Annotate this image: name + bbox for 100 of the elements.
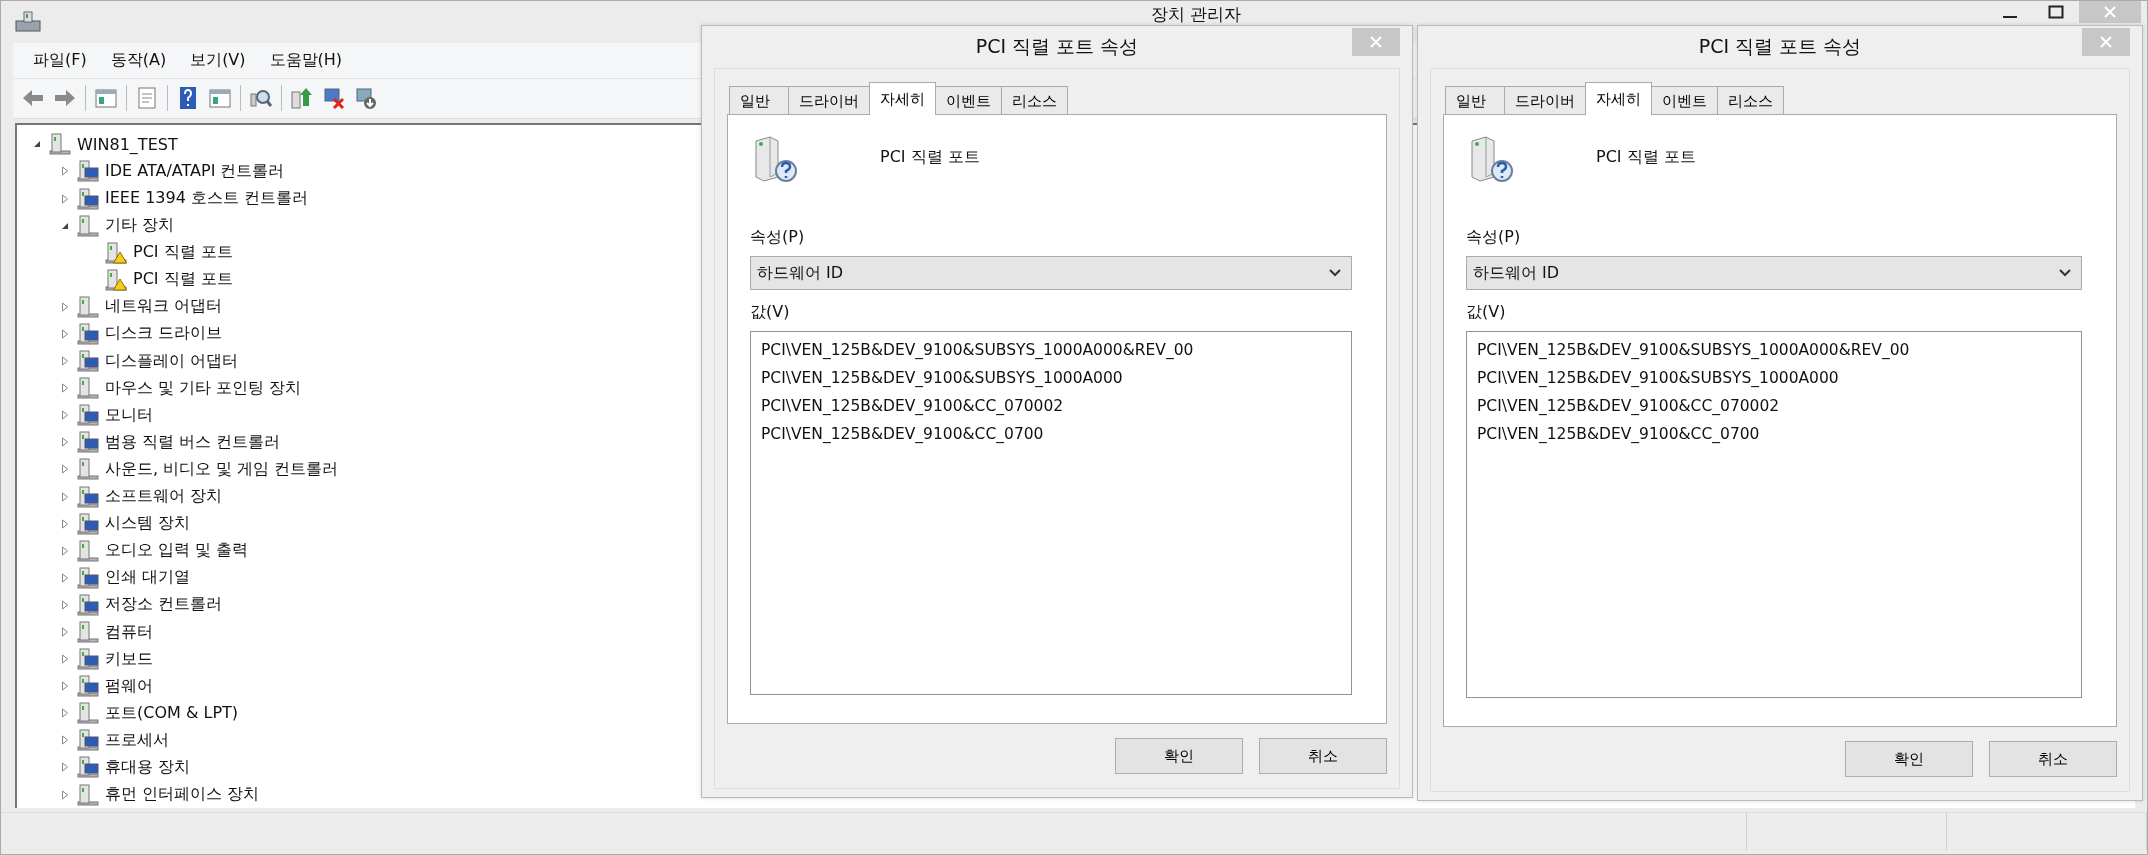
list-item[interactable]: PCI\VEN_125B&DEV_9100&CC_070002 [1477,392,2071,420]
tree-item[interactable]: 포트(COM & LPT) [105,702,239,724]
tree-item[interactable]: WIN81_TEST [77,134,178,154]
tree-item[interactable]: 범용 직렬 버스 컨트롤러 [105,431,281,453]
tree-item[interactable]: IEEE 1394 호스트 컨트롤러 [105,188,309,209]
list-item[interactable]: PCI\VEN_125B&DEV_9100&SUBSYS_1000A000&REV_00 [761,336,1341,364]
collapsed-arrow-icon[interactable] [60,762,70,773]
tree-item[interactable]: 컴퓨터 [105,621,153,643]
tab[interactable]: 자세히 [869,82,936,115]
tree-item[interactable]: 펌웨어 [105,675,153,697]
document-icon[interactable] [135,86,159,111]
dialog-title: PCI 직렬 포트 속성 [1698,34,1862,59]
tab[interactable]: 리소스 [1001,86,1068,115]
collapsed-arrow-icon[interactable] [60,328,70,339]
collapsed-arrow-icon[interactable] [60,681,70,692]
device-icon [77,377,99,400]
collapsed-arrow-icon[interactable] [60,789,70,800]
property-dropdown[interactable]: 하드웨어 ID [750,256,1352,290]
collapsed-arrow-icon[interactable] [60,654,70,665]
tab[interactable]: 일반 [1445,86,1505,115]
collapsed-arrow-icon[interactable] [60,491,70,502]
collapsed-arrow-icon[interactable] [60,464,70,475]
collapsed-arrow-icon[interactable] [60,545,70,556]
x-mark-icon[interactable] [322,86,346,111]
device-icon [77,675,99,698]
device-icon [77,350,99,373]
device-icon [77,295,99,318]
tree-item[interactable]: 기타 장치 [105,215,175,237]
device-icon [77,187,99,210]
value-label: 값(V) [750,302,791,323]
tree-item[interactable]: 디스플레이 어댑터 [105,350,239,372]
device-icon [77,566,99,589]
tree-item[interactable]: 휴대용 장치 [105,756,191,778]
tree-item[interactable]: 모니터 [105,404,153,426]
up-arrow-icon[interactable] [290,86,314,111]
cancel-button[interactable]: 취소 [1259,738,1387,774]
collapsed-arrow-icon[interactable] [60,383,70,394]
device-icon [77,404,99,427]
device-icon [77,458,99,481]
tree-item[interactable]: PCI 직렬 포트 [133,269,233,291]
down-arrow-icon[interactable] [354,86,378,111]
expanded-arrow-icon[interactable] [32,139,42,150]
device-icon [77,702,99,725]
tree-item[interactable]: 디스크 드라이브 [105,323,223,345]
device-icon [77,593,99,616]
collapsed-arrow-icon[interactable] [60,166,70,177]
panel-icon[interactable] [94,86,118,111]
tree-item[interactable]: 휴먼 인터페이스 장치 [105,784,260,806]
tree-item[interactable]: 키보드 [105,648,153,670]
menu-item[interactable]: 도움말(H) [261,45,351,75]
property-dropdown[interactable]: 하드웨어 ID [1466,256,2082,290]
list-item[interactable]: PCI\VEN_125B&DEV_9100&CC_0700 [1477,420,2071,448]
collapsed-arrow-icon[interactable] [60,627,70,637]
device-icon [77,539,99,562]
list-item[interactable]: PCI\VEN_125B&DEV_9100&SUBSYS_1000A000&REV_00 [1477,336,2071,364]
tree-item[interactable]: PCI 직렬 포트 [133,242,233,264]
tree-item[interactable]: 시스템 장치 [105,513,191,535]
tree-item[interactable]: 저장소 컨트롤러 [105,594,223,616]
collapsed-arrow-icon[interactable] [60,708,70,719]
tab[interactable]: 드라이버 [1504,86,1586,115]
tab[interactable]: 자세히 [1585,82,1652,115]
list-item[interactable]: PCI\VEN_125B&DEV_9100&CC_070002 [761,392,1341,420]
close-icon [1369,35,1383,49]
chevron-down-icon [2059,269,2071,277]
list-item[interactable]: PCI\VEN_125B&DEV_9100&SUBSYS_1000A000 [761,364,1341,392]
collapsed-arrow-icon[interactable] [60,356,70,367]
collapsed-arrow-icon[interactable] [60,599,70,610]
computer-icon [15,11,41,33]
cancel-button[interactable]: 취소 [1989,741,2117,777]
tree-item[interactable]: 인쇄 대기열 [105,567,191,589]
property-label: 속성(P) [1466,227,1522,248]
tree-item[interactable]: 오디오 입력 및 출력 [105,540,249,562]
collapsed-arrow-icon[interactable] [60,193,70,204]
device-icon [77,783,99,806]
ok-button[interactable]: 확인 [1845,741,1973,777]
tab[interactable]: 리소스 [1717,86,1784,115]
tree-item[interactable]: 프로세서 [105,729,169,751]
tab[interactable]: 드라이버 [788,86,870,115]
device-name: PCI 직렬 포트 [880,147,980,168]
collapsed-arrow-icon[interactable] [60,735,70,746]
menu-item[interactable]: 동작(A) [102,45,175,75]
dialog-title: PCI 직렬 포트 속성 [975,34,1139,59]
collapsed-arrow-icon[interactable] [60,518,70,529]
list-item[interactable]: PCI\VEN_125B&DEV_9100&SUBSYS_1000A000 [1477,364,2071,392]
collapsed-arrow-icon[interactable] [60,410,70,421]
collapsed-arrow-icon[interactable] [60,572,70,583]
collapsed-arrow-icon[interactable] [60,301,70,312]
tree-item[interactable]: 사운드, 비디오 및 게임 컨트롤러 [105,458,339,480]
tree-item[interactable]: IDE ATA/ATAPI 컨트롤러 [105,160,285,182]
ok-button[interactable]: 확인 [1115,738,1243,774]
tree-item[interactable]: 마우스 및 기타 포인팅 장치 [105,377,302,399]
panel-icon[interactable] [208,86,232,111]
list-item[interactable]: PCI\VEN_125B&DEV_9100&CC_0700 [761,420,1341,448]
collapsed-arrow-icon[interactable] [60,437,70,448]
tab[interactable]: 일반 [729,86,789,115]
tree-item[interactable]: 네트워크 어댑터 [105,296,223,318]
menu-item[interactable]: 파일(F) [25,45,95,75]
window-title: 장치 관리자 [1151,3,1242,26]
menu-item[interactable]: 보기(V) [182,45,254,75]
tree-item[interactable]: 소프트웨어 장치 [105,486,223,508]
